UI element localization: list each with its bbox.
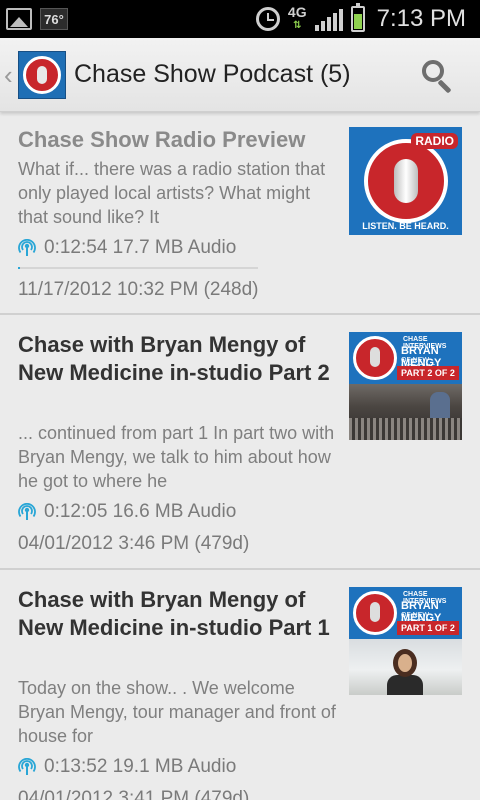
podcast-audio-icon	[18, 758, 36, 776]
network-label: 4G	[287, 4, 307, 20]
action-bar: ‹ Chase Show Podcast (5)	[0, 38, 480, 112]
episode-title: Chase with Bryan Mengy of New Medicine i…	[18, 332, 330, 385]
podcast-audio-icon	[18, 503, 36, 521]
episode-meta: 0:12:54 17.7 MB Audio	[44, 237, 237, 258]
search-icon[interactable]	[420, 58, 456, 94]
podcast-audio-icon	[18, 239, 36, 257]
playback-progress	[18, 267, 258, 269]
episode-item-1[interactable]: Chase Show Radio Preview What if... ther…	[0, 112, 480, 315]
weather-notification-icon: 76°	[40, 8, 68, 30]
battery-icon	[350, 3, 365, 32]
episode-description: ... continued from part 1 In part two wi…	[18, 423, 335, 491]
episode-meta: 0:13:52 19.1 MB Audio	[44, 756, 237, 777]
signal-strength-icon	[314, 7, 343, 31]
episode-thumbnail[interactable]: CHASE INTERVIEWS BRYAN MENGY OF NEW MEDI…	[349, 332, 462, 440]
alarm-icon	[255, 7, 280, 31]
episode-description: Today on the show.. . We welcome Bryan M…	[18, 678, 336, 746]
network-type-icon: 4G ⇅	[288, 5, 307, 33]
thumb-part-label: PART 2 OF 2	[397, 366, 459, 380]
studio-photo	[349, 384, 462, 440]
episode-title: Chase Show Radio Preview	[18, 127, 306, 152]
page-title: Chase Show Podcast (5)	[74, 60, 351, 88]
status-time: 7:13 PM	[376, 5, 466, 32]
episode-date: 04/01/2012 3:41 PM (479d)	[18, 788, 250, 800]
guest-photo	[349, 639, 462, 695]
chevron-left-icon[interactable]: ‹	[4, 60, 13, 91]
gallery-notification-icon	[6, 8, 32, 30]
episode-title: Chase with Bryan Mengy of New Medicine i…	[18, 587, 330, 640]
data-activity-icon: ⇅	[293, 20, 302, 31]
thumb-part-label: PART 1 OF 2	[397, 621, 459, 635]
episode-item-2[interactable]: Chase with Bryan Mengy of New Medicine i…	[0, 317, 480, 570]
episode-date: 11/17/2012 10:32 PM (248d)	[18, 279, 259, 300]
radio-tagline: LISTEN. BE HEARD.	[362, 221, 449, 231]
episode-thumbnail[interactable]: CHASE INTERVIEWS BRYAN MENGY OF NEW MEDI…	[349, 587, 462, 695]
episode-item-3[interactable]: Chase with Bryan Mengy of New Medicine i…	[0, 572, 480, 800]
episode-meta: 0:12:05 16.6 MB Audio	[44, 501, 237, 522]
episode-thumbnail[interactable]: RADIO LISTEN. BE HEARD.	[349, 127, 462, 235]
radio-badge: RADIO	[411, 133, 458, 149]
status-bar: 76° 4G ⇅ 7:13 PM	[0, 0, 480, 38]
episode-date: 04/01/2012 3:46 PM (479d)	[18, 533, 250, 554]
episode-list[interactable]: Chase Show Radio Preview What if... ther…	[0, 112, 480, 800]
podcast-logo[interactable]	[18, 51, 66, 99]
episode-description: What if... there was a radio station tha…	[18, 159, 326, 227]
